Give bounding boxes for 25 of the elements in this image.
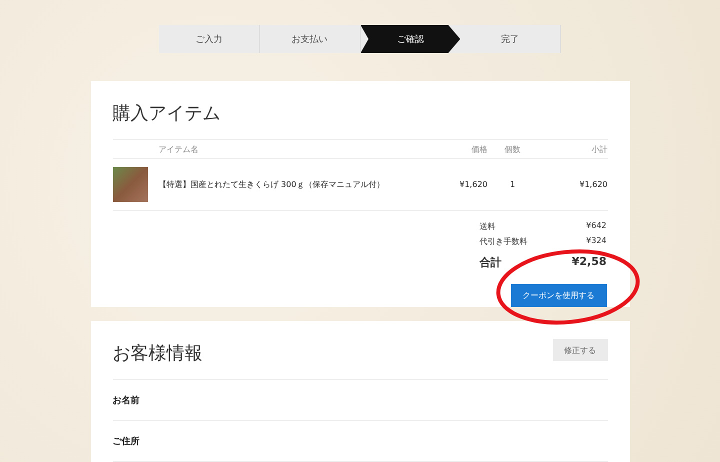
charge-label: 送料 — [480, 221, 496, 232]
charge-value: ¥642 — [586, 221, 606, 232]
progress-step: ご入力 — [159, 25, 260, 53]
photo-placeholder — [112, 167, 148, 202]
charge-label: 代引き手数料 — [480, 236, 528, 247]
column-header: 個数 — [504, 144, 522, 154]
column-header: アイテム名 — [158, 144, 200, 154]
charge-value: ¥324 — [586, 236, 606, 247]
column-header: 価格 — [470, 144, 488, 154]
progress-step: ご確認 — [360, 25, 460, 53]
section-title: 購入アイテム — [112, 102, 222, 126]
item-name: 【特選】国産とれたて生きくらげ 300ｇ（保存マニュアル付） — [158, 179, 386, 190]
coupon-button[interactable]: クーポンを使用する — [510, 284, 606, 307]
field-label: お名前 — [112, 394, 140, 406]
edit-button[interactable]: 修正する — [552, 339, 608, 361]
progress-step: 完了 — [460, 25, 561, 53]
table-cell-text: ¥1,620 — [578, 180, 608, 189]
field-label: ご住所 — [112, 436, 140, 448]
total-value: ¥2,58 — [572, 255, 606, 270]
section-title: お客様情報 — [112, 342, 202, 366]
progress-step: お支払い — [260, 25, 360, 53]
table-cell-text: 1 — [508, 180, 516, 189]
column-header: 小計 — [590, 144, 608, 154]
total-label: 合計 — [480, 255, 502, 270]
table-cell-text: ¥1,620 — [458, 180, 488, 189]
